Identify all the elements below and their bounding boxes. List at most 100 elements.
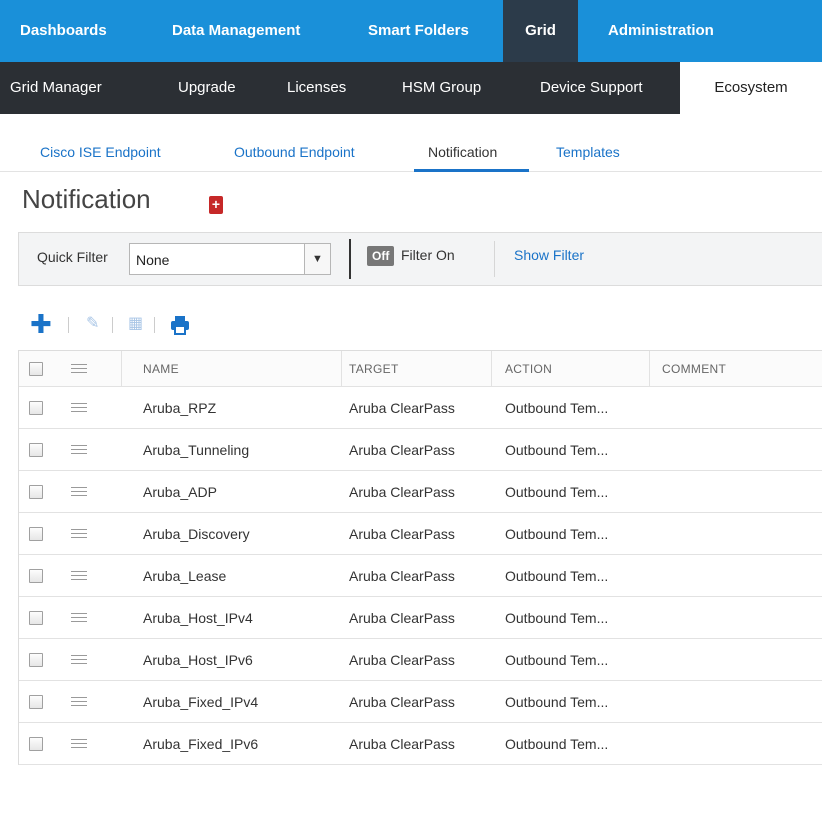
toolbar-separator [68, 317, 69, 333]
top-navigation: Dashboards Data Management Smart Folders… [0, 0, 822, 62]
table-row[interactable]: Aruba_RPZ Aruba ClearPass Outbound Tem..… [19, 387, 822, 429]
column-menu-icon[interactable] [71, 351, 87, 386]
cell-name: Aruba_Tunneling [143, 441, 250, 458]
row-checkbox[interactable] [29, 597, 43, 638]
print-icon[interactable] [170, 312, 190, 336]
sub-navigation: Grid Manager Upgrade Licenses HSM Group … [0, 62, 822, 114]
topnav-smart-folders[interactable]: Smart Folders [368, 0, 469, 62]
cell-action: Outbound Tem... [505, 483, 609, 500]
row-menu-icon[interactable] [71, 513, 87, 554]
subnav-device-support[interactable]: Device Support [540, 62, 643, 114]
table-row[interactable]: Aruba_Tunneling Aruba ClearPass Outbound… [19, 429, 822, 471]
column-header-target[interactable]: TARGET [349, 351, 399, 386]
row-checkbox[interactable] [29, 429, 43, 470]
tab-templates[interactable]: Templates [556, 144, 620, 160]
quick-filter-select[interactable]: None ▼ [129, 243, 331, 275]
tab-cisco-ise-endpoint[interactable]: Cisco ISE Endpoint [40, 144, 161, 160]
row-checkbox[interactable] [29, 471, 43, 512]
cell-target: Aruba ClearPass [349, 399, 455, 416]
subnav-upgrade[interactable]: Upgrade [178, 62, 236, 114]
table-header: NAME TARGET ACTION COMMENT [19, 351, 822, 387]
cell-name: Aruba_Discovery [143, 525, 250, 542]
chevron-down-icon[interactable]: ▼ [304, 244, 330, 274]
cell-action: Outbound Tem... [505, 567, 609, 584]
subnav-hsm-group[interactable]: HSM Group [402, 62, 481, 114]
cell-action: Outbound Tem... [505, 609, 609, 626]
row-menu-icon[interactable] [71, 723, 87, 764]
row-checkbox[interactable] [29, 555, 43, 596]
cell-target: Aruba ClearPass [349, 609, 455, 626]
cell-action: Outbound Tem... [505, 399, 609, 416]
table-row[interactable]: Aruba_Fixed_IPv4 Aruba ClearPass Outboun… [19, 681, 822, 723]
subnav-licenses[interactable]: Licenses [287, 62, 346, 114]
row-menu-icon[interactable] [71, 387, 87, 428]
row-menu-icon[interactable] [71, 597, 87, 638]
filter-bar: Quick Filter None ▼ Off Filter On Show F… [18, 232, 822, 286]
cell-target: Aruba ClearPass [349, 735, 455, 752]
topnav-dashboards[interactable]: Dashboards [20, 0, 107, 62]
cell-target: Aruba ClearPass [349, 441, 455, 458]
filter-divider-thin [494, 241, 495, 277]
toolbar-separator [112, 317, 113, 333]
cell-name: Aruba_Lease [143, 567, 227, 584]
topnav-administration[interactable]: Administration [608, 0, 714, 62]
quick-filter-value: None [136, 252, 170, 268]
cell-target: Aruba ClearPass [349, 693, 455, 710]
cell-target: Aruba ClearPass [349, 483, 455, 500]
tab-notification[interactable]: Notification [428, 144, 497, 160]
tab-outbound-endpoint[interactable]: Outbound Endpoint [234, 144, 355, 160]
column-header-comment[interactable]: COMMENT [662, 351, 726, 386]
row-checkbox[interactable] [29, 639, 43, 680]
table-row[interactable]: Aruba_ADP Aruba ClearPass Outbound Tem..… [19, 471, 822, 513]
table-row[interactable]: Aruba_Fixed_IPv6 Aruba ClearPass Outboun… [19, 723, 822, 765]
cell-action: Outbound Tem... [505, 693, 609, 710]
row-menu-icon[interactable] [71, 639, 87, 680]
table-row[interactable]: Aruba_Lease Aruba ClearPass Outbound Tem… [19, 555, 822, 597]
row-menu-icon[interactable] [71, 555, 87, 596]
quick-filter-label: Quick Filter [37, 249, 108, 265]
row-checkbox[interactable] [29, 681, 43, 722]
trash-icon[interactable]: ▦ [128, 312, 143, 336]
table-row[interactable]: Aruba_Host_IPv4 Aruba ClearPass Outbound… [19, 597, 822, 639]
filter-on-label: Filter On [401, 247, 455, 263]
cell-target: Aruba ClearPass [349, 525, 455, 542]
cell-action: Outbound Tem... [505, 735, 609, 752]
cell-target: Aruba ClearPass [349, 567, 455, 584]
cell-action: Outbound Tem... [505, 441, 609, 458]
edit-icon[interactable]: ✎ [86, 312, 99, 336]
tab-bar: Cisco ISE Endpoint Outbound Endpoint Not… [0, 132, 822, 172]
cell-name: Aruba_Host_IPv6 [143, 651, 253, 668]
column-header-name[interactable]: NAME [143, 351, 179, 386]
topnav-data-management[interactable]: Data Management [172, 0, 300, 62]
row-menu-icon[interactable] [71, 429, 87, 470]
show-filter-link[interactable]: Show Filter [514, 247, 584, 263]
subnav-ecosystem[interactable]: Ecosystem [680, 62, 822, 114]
plus-icon[interactable]: ✚ [30, 311, 52, 337]
cell-name: Aruba_Host_IPv4 [143, 609, 253, 626]
filter-divider [349, 239, 351, 279]
bookmark-add-icon[interactable] [209, 195, 223, 214]
row-menu-icon[interactable] [71, 471, 87, 512]
cell-name: Aruba_Fixed_IPv4 [143, 693, 259, 710]
column-header-action[interactable]: ACTION [505, 351, 552, 386]
topnav-grid[interactable]: Grid [503, 0, 578, 62]
row-menu-icon[interactable] [71, 681, 87, 722]
cell-action: Outbound Tem... [505, 651, 609, 668]
cell-name: Aruba_ADP [143, 483, 217, 500]
active-tab-indicator [414, 169, 529, 172]
row-checkbox[interactable] [29, 723, 43, 764]
toolbar-separator [154, 317, 155, 333]
notification-table: NAME TARGET ACTION COMMENT Aruba_RPZ Aru… [18, 350, 822, 765]
cell-action: Outbound Tem... [505, 525, 609, 542]
row-checkbox[interactable] [29, 513, 43, 554]
page-title: Notification [22, 184, 151, 214]
cell-name: Aruba_RPZ [143, 399, 217, 416]
cell-name: Aruba_Fixed_IPv6 [143, 735, 259, 752]
cell-target: Aruba ClearPass [349, 651, 455, 668]
row-checkbox[interactable] [29, 387, 43, 428]
table-row[interactable]: Aruba_Discovery Aruba ClearPass Outbound… [19, 513, 822, 555]
table-row[interactable]: Aruba_Host_IPv6 Aruba ClearPass Outbound… [19, 639, 822, 681]
select-all-checkbox[interactable] [29, 351, 43, 386]
subnav-grid-manager[interactable]: Grid Manager [10, 62, 102, 114]
filter-toggle[interactable]: Off [367, 246, 395, 266]
